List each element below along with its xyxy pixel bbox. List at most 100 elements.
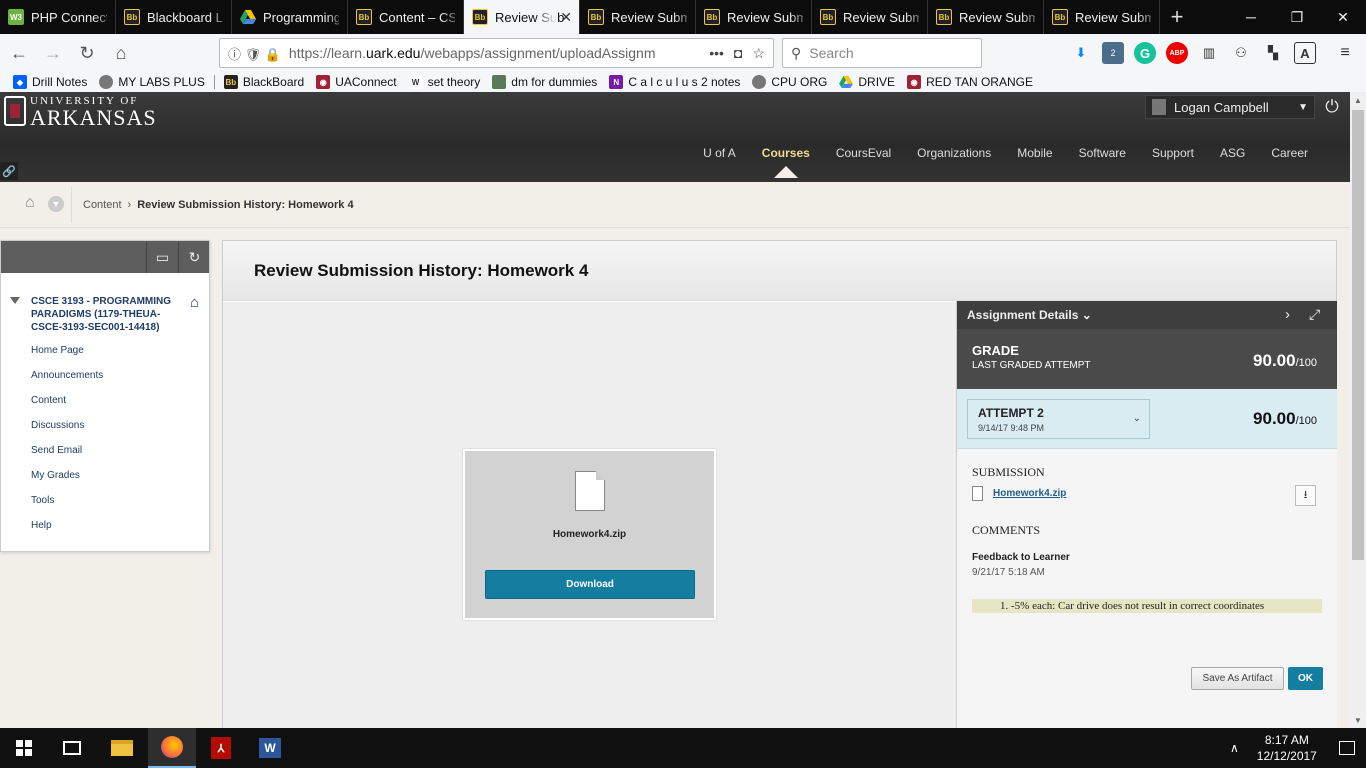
- assignment-details-toggle[interactable]: Assignment Details ⌄: [967, 308, 1092, 322]
- search-input[interactable]: ⚲ Search: [782, 38, 982, 68]
- nav-u-of-a[interactable]: U of A: [690, 146, 749, 160]
- nav-asg[interactable]: ASG: [1207, 146, 1258, 160]
- extension-icon[interactable]: ⚇: [1230, 42, 1252, 64]
- file-name: Homework4.zip: [552, 529, 627, 540]
- link-icon[interactable]: 🔗: [0, 162, 18, 180]
- task-view-button[interactable]: [48, 728, 96, 768]
- menu-icon[interactable]: ≡: [1334, 42, 1356, 64]
- nav-software[interactable]: Software: [1066, 146, 1139, 160]
- bookmark-drive[interactable]: DRIVE: [836, 75, 898, 89]
- minimize-icon[interactable]: ─: [1228, 0, 1274, 34]
- chevron-right-icon[interactable]: ›: [1285, 306, 1290, 323]
- close-window-icon[interactable]: ✕: [1320, 0, 1366, 34]
- course-menu-item-home-page[interactable]: Home Page: [31, 345, 103, 370]
- file-explorer-button[interactable]: [98, 728, 146, 768]
- restore-icon[interactable]: ❐: [1274, 0, 1320, 34]
- adblock-icon[interactable]: ABP: [1166, 42, 1188, 64]
- extension-badge-icon[interactable]: 2: [1102, 42, 1124, 64]
- notification-icon[interactable]: [1338, 741, 1355, 755]
- acrobat-button[interactable]: ⅄: [197, 728, 245, 768]
- forward-icon[interactable]: →: [38, 38, 68, 68]
- bookmark-cpu-org[interactable]: CPU ORG: [749, 75, 830, 89]
- url-bar[interactable]: ⓘ 🛡 🔒 https://learn.uark.edu/webapps/ass…: [219, 38, 774, 68]
- globe-icon: [752, 75, 767, 89]
- save-as-artifact-button[interactable]: Save As Artifact: [1191, 667, 1284, 690]
- submission-file-link[interactable]: Homework4.zip: [993, 488, 1066, 499]
- browser-tab[interactable]: Bb Review Subm: [928, 0, 1044, 34]
- site-info-icon[interactable]: ⓘ 🛡 🔒: [228, 44, 281, 63]
- home-icon[interactable]: ⌂: [106, 38, 136, 68]
- bookmark-star-icon[interactable]: ☆: [752, 45, 765, 62]
- font-extension-icon[interactable]: A: [1294, 42, 1316, 64]
- back-icon[interactable]: ←: [4, 38, 34, 68]
- browser-tab[interactable]: Programming: [232, 0, 348, 34]
- expand-icon[interactable]: ⤢: [1309, 306, 1320, 323]
- bookmark-drill-notes[interactable]: ◆ Drill Notes: [10, 75, 90, 89]
- bookmark-uaconnect[interactable]: ◉ UAConnect: [313, 75, 399, 89]
- course-home-icon[interactable]: ⌂: [190, 294, 199, 311]
- breadcrumb-content[interactable]: Content: [83, 199, 122, 211]
- browser-tab[interactable]: Bb Blackboard Le: [116, 0, 232, 34]
- chevron-down-icon[interactable]: ▼: [48, 196, 64, 212]
- course-menu-item-my-grades[interactable]: My Grades: [31, 470, 103, 495]
- course-menu-item-help[interactable]: Help: [31, 520, 103, 545]
- attempt-select[interactable]: ATTEMPT 2 9/14/17 9:48 PM ⌄: [967, 399, 1150, 439]
- download-button[interactable]: Download: [485, 570, 695, 599]
- chevron-up-icon[interactable]: ∧: [1230, 741, 1239, 755]
- logout-icon[interactable]: ⏻: [1320, 95, 1344, 119]
- bookmark-set-theory[interactable]: Wset theory: [406, 75, 484, 89]
- browser-tab[interactable]: Bb Review Subm: [1044, 0, 1160, 34]
- course-menu-item-discussions[interactable]: Discussions: [31, 420, 103, 445]
- scroll-down-icon[interactable]: ▼: [1350, 712, 1366, 728]
- nav-mobile[interactable]: Mobile: [1004, 146, 1065, 160]
- folder-view-icon[interactable]: ▭: [146, 241, 178, 273]
- nav-organizations[interactable]: Organizations: [904, 146, 1004, 160]
- course-menu-item-tools[interactable]: Tools: [31, 495, 103, 520]
- grade-sublabel: LAST GRADED ATTEMPT: [972, 360, 1091, 371]
- bookmark-my-labs-plus[interactable]: MY LABS PLUS: [96, 75, 207, 89]
- browser-tab-active[interactable]: Bb Review Sub ✕: [464, 0, 580, 34]
- close-tab-icon[interactable]: ✕: [560, 9, 572, 26]
- bookmark-calculus-notes[interactable]: NC a l c u l u s 2 notes: [606, 75, 743, 89]
- bookmark-dm-for-dummies[interactable]: dm for dummies: [489, 75, 600, 89]
- ok-button[interactable]: OK: [1288, 667, 1323, 690]
- course-menu-item-announcements[interactable]: Announcements: [31, 370, 103, 395]
- bookmark-blackboard[interactable]: Bb BlackBoard: [221, 75, 307, 89]
- course-title[interactable]: CSCE 3193 - PROGRAMMING PARADIGMS (1179-…: [31, 295, 181, 334]
- download-icon[interactable]: ⬇: [1070, 42, 1092, 64]
- browser-tab[interactable]: Bb Review Subm: [696, 0, 812, 34]
- home-icon[interactable]: ⌂: [25, 194, 35, 212]
- university-logo[interactable]: UNIVERSITY OF ARKANSAS: [4, 96, 157, 129]
- reload-icon[interactable]: ↻: [72, 38, 102, 68]
- page-actions-icon[interactable]: •••: [709, 45, 724, 61]
- scrollbar-thumb[interactable]: [1352, 110, 1364, 560]
- page-scrollbar[interactable]: ▲ ▼: [1350, 92, 1366, 728]
- nav-courses[interactable]: Courses: [749, 146, 823, 178]
- reader-view-icon[interactable]: ▥: [1198, 42, 1220, 64]
- grammarly-icon[interactable]: G: [1134, 42, 1156, 64]
- nav-career[interactable]: Career: [1258, 146, 1321, 160]
- user-menu[interactable]: Logan Campbell ▼: [1145, 95, 1315, 119]
- nav-courseval[interactable]: CoursEval: [823, 146, 904, 160]
- url-text[interactable]: https://learn.uark.edu/webapps/assignmen…: [289, 45, 699, 61]
- nav-support[interactable]: Support: [1139, 146, 1207, 160]
- course-menu-item-send-email[interactable]: Send Email: [31, 445, 103, 470]
- comments-heading: COMMENTS: [972, 523, 1041, 537]
- bookmark-red-tan-orange[interactable]: ◉ RED TAN ORANGE: [904, 75, 1036, 89]
- new-tab-button[interactable]: +: [1160, 0, 1194, 34]
- word-button[interactable]: W: [246, 728, 294, 768]
- browser-tab[interactable]: BbContent – CSC: [348, 0, 464, 34]
- browser-tab[interactable]: Bb Review Submi: [812, 0, 928, 34]
- start-button[interactable]: [0, 728, 48, 768]
- firefox-button[interactable]: [148, 728, 196, 768]
- course-menu-item-content[interactable]: Content: [31, 395, 103, 420]
- paint-roller-icon[interactable]: ▚: [1262, 42, 1284, 64]
- collapse-triangle-icon[interactable]: [10, 297, 20, 304]
- download-icon[interactable]: ⭳: [1295, 485, 1316, 506]
- pocket-icon[interactable]: ◘: [734, 45, 742, 61]
- browser-tab[interactable]: Bb Review Subm: [580, 0, 696, 34]
- browser-tab[interactable]: W3 PHP Connect: [0, 0, 116, 34]
- clock[interactable]: 8:17 AM 12/12/2017: [1257, 732, 1317, 764]
- refresh-icon[interactable]: ↻: [178, 241, 210, 273]
- scroll-up-icon[interactable]: ▲: [1350, 92, 1366, 108]
